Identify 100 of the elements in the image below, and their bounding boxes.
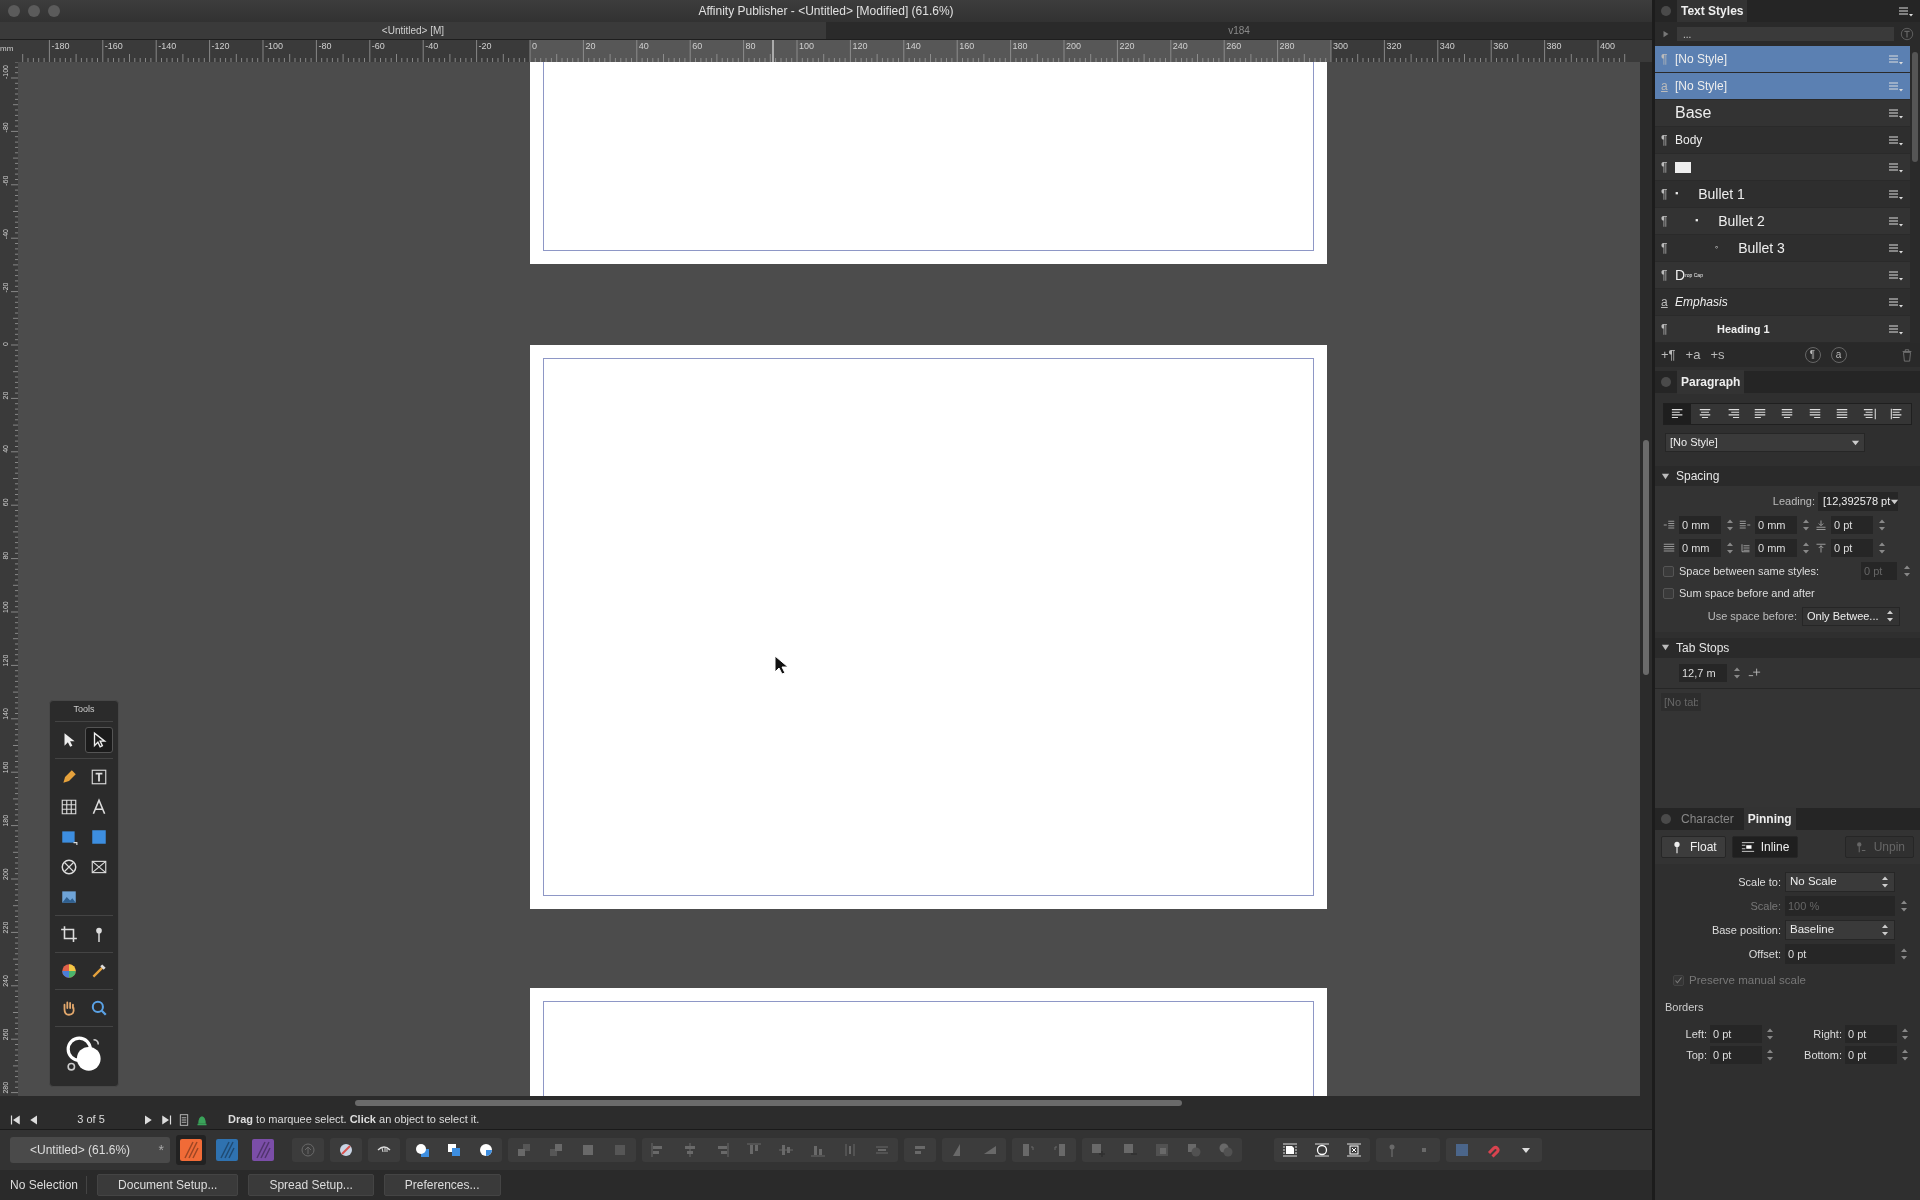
alignment-button[interactable] [1664,404,1692,424]
app-icon [179,1138,203,1162]
style-name: Bullet 2 [1718,211,1765,231]
panel-tab[interactable]: Character [1677,807,1738,831]
app-icon [251,1138,275,1162]
align-toward-spine-icon [1862,407,1877,421]
square-front-icon [580,1142,596,1158]
select-arrows-icon [1885,609,1895,623]
row-menu-icon [1888,214,1904,228]
pin-mode-button[interactable]: Inline [1731,836,1799,858]
document-tab[interactable]: <Untitled> (61.6%) * [10,1137,170,1163]
select-arrows-icon [1880,923,1890,937]
wrap-circle-icon [1314,1142,1330,1158]
checkmark-icon [1674,976,1683,986]
field-label: Top: [1685,1047,1707,1063]
ruler-label: 60 [692,41,703,51]
section-title[interactable]: Spacing [1676,467,1720,485]
bullet-symbol: ▪ [1675,187,1679,201]
style-name: Bullet 3 [1738,238,1785,258]
row-menu-icon [1888,268,1904,282]
section-title[interactable]: Tab Stops [1676,638,1730,657]
door-right-icon [1052,1142,1068,1158]
style-dropdown[interactable]: [No Style] [1665,433,1865,452]
field-label: Left: [1684,1026,1707,1042]
panel-tab[interactable]: Pinning [1743,807,1796,831]
last-page-button[interactable] [160,1113,172,1126]
step-up-icon [548,1142,564,1158]
trash-icon [1900,348,1914,362]
style-row[interactable]: ¶ [No Style] [1655,46,1910,73]
spacing-field[interactable]: 0 mm [1755,516,1797,534]
expand-arrow-icon [1661,29,1671,39]
border-field[interactable]: 0 pt [1710,1024,1762,1043]
style-row[interactable]: Base [1655,100,1910,127]
add-style-button[interactable]: +a [1685,345,1701,365]
ruler-label: 400 [1600,41,1616,51]
leading-dropdown[interactable]: [12,392578 pt [1818,492,1898,511]
panel-tab[interactable]: Text Styles [1677,0,1748,23]
previous-page-button[interactable] [28,1113,40,1126]
paragraph-mark: ¶ [1661,159,1669,176]
align-justify-center-icon [1780,407,1795,421]
row-menu-icon [1888,133,1904,147]
border-field[interactable]: 0 pt [1845,1045,1897,1064]
ruler-label: -180 [51,41,70,51]
style-row[interactable]: ¶ ▪ Bullet 2 [1655,208,1910,235]
character-style-mark: a [1661,78,1669,95]
setup-button[interactable]: Preferences... [383,1174,501,1196]
square-overlap-icon [446,1142,462,1158]
first-page-button[interactable] [10,1113,22,1126]
style-row[interactable]: ¶ D$^{rop Cap}$ [1655,262,1910,289]
spacing-field[interactable]: 0 pt [1831,539,1873,557]
row-menu-icon [1888,295,1904,309]
tool-button[interactable] [85,726,113,753]
style-row[interactable]: a [No Style] [1655,73,1910,100]
baseline-grid-icon [1454,1142,1470,1158]
use-space-select[interactable]: Only Betwee... [1802,606,1900,626]
stepper-icon [1902,564,1912,578]
add-style-button[interactable]: +s [1710,345,1725,365]
field-label: Scale: [1749,898,1781,914]
circle-square-icon [414,1142,430,1158]
border-field[interactable]: 0 pt [1710,1045,1762,1064]
select-field[interactable]: No Scale [1785,872,1895,892]
setup-button[interactable]: Document Setup... [97,1174,239,1196]
ruler-label: 300 [1333,41,1349,51]
align-left-icon [1670,407,1685,421]
spacing-field[interactable]: 0 mm [1755,539,1797,557]
pages-button[interactable] [178,1113,190,1126]
spacing-field[interactable]: 0 mm [1679,516,1721,534]
last-line-indent-icon [1739,542,1751,554]
paragraph-mark: ¶ [1661,186,1669,203]
ruler-label: -120 [211,41,230,51]
document-tab[interactable]: <Untitled> [M] [0,22,826,39]
bell-icon [196,1113,208,1126]
stepper-icon [1900,1047,1910,1062]
shape-add-icon [1090,1142,1106,1158]
select-field[interactable]: Baseline [1785,920,1895,940]
spacing-field[interactable]: 0 mm [1679,539,1721,557]
number-field[interactable]: 0 pt [1785,944,1895,964]
distribute-horizontal-icon [842,1142,858,1158]
crop-icon [60,924,78,943]
field-label: Right: [1812,1026,1842,1042]
app-icon [215,1138,239,1162]
pin-mode-button[interactable]: Float [1661,836,1726,858]
ruler-label: 0 [532,41,537,51]
checkbox[interactable] [1663,587,1674,599]
style-row[interactable]: ¶ [1655,154,1910,181]
border-field[interactable]: 0 pt [1845,1024,1897,1043]
panel-tab[interactable]: Paragraph [1677,370,1745,394]
ruler-label: -100 [265,41,283,51]
checkbox[interactable] [1663,565,1674,577]
tab-stop-field[interactable]: 12,7 m [1679,663,1727,682]
wrap-box-icon [1346,1142,1362,1158]
setup-button[interactable]: Spread Setup... [248,1174,374,1196]
ruler-label: 100 [799,41,815,51]
add-style-button[interactable]: +¶ [1661,345,1676,365]
next-page-button[interactable] [142,1113,154,1126]
checkbox-label: Space between same styles: [1679,563,1820,579]
bullet-symbol: ▪ [1695,214,1699,228]
style-row[interactable]: ¶ Heading 1 [1655,316,1910,343]
spacing-field[interactable]: 0 pt [1831,516,1873,534]
app-switch-button[interactable] [176,1135,206,1165]
